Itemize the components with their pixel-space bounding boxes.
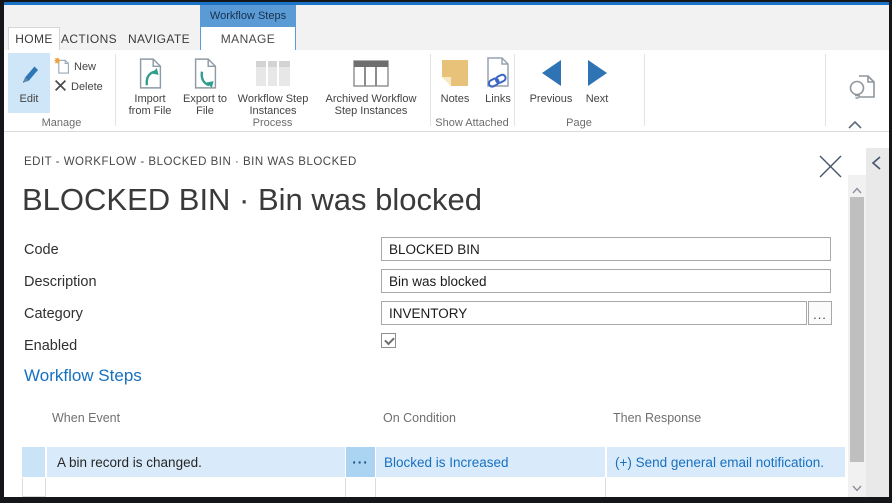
empty-row-column-border [345, 478, 346, 497]
export-to-file-button[interactable]: Export to File [180, 53, 230, 127]
then-response-cell[interactable]: (+) Send general email notification. [606, 447, 845, 477]
empty-row-column-border [375, 478, 376, 497]
table-grid-dark-icon [353, 53, 389, 93]
workflow-step-instances-button[interactable]: Workflow Step Instances [233, 53, 313, 127]
help-lightbulb-icon[interactable] [846, 70, 878, 109]
when-event-cell[interactable]: A bin record is changed. [47, 447, 345, 477]
checkmark-icon [384, 334, 395, 346]
empty-row-selector-cell[interactable] [22, 478, 46, 497]
group-separator [514, 54, 515, 126]
new-button[interactable]: New [54, 57, 96, 77]
workflow-step-instances-label: Workflow Step Instances [237, 93, 309, 117]
factbox-pane-collapsed [866, 148, 889, 497]
archived-workflow-step-instances-button[interactable]: Archived Workflow Step Instances [316, 53, 426, 127]
category-lookup-button[interactable]: ... [808, 301, 832, 325]
group-separator [644, 54, 645, 126]
column-header-when-event[interactable]: When Event [52, 411, 120, 425]
export-to-file-label: Export to File [182, 93, 228, 117]
window-border-top [0, 0, 892, 2]
description-field-label: Description [24, 274, 97, 290]
code-input[interactable] [381, 237, 831, 261]
expand-factbox-chevron-left-icon[interactable] [871, 156, 882, 175]
new-document-icon [54, 57, 70, 77]
links-button-label: Links [485, 93, 511, 105]
notes-button[interactable]: Notes [437, 53, 473, 127]
contextual-tab-group-label: Workflow Steps [200, 5, 296, 27]
enabled-field-label: Enabled [24, 338, 78, 354]
group-separator [825, 54, 826, 126]
edit-button-label: Edit [19, 93, 39, 105]
import-file-icon [137, 53, 164, 93]
previous-arrow-icon [541, 53, 561, 93]
enabled-checkbox[interactable] [381, 333, 396, 348]
next-button[interactable]: Next [577, 53, 617, 127]
links-button[interactable]: Links [479, 53, 517, 127]
new-button-label: New [74, 61, 97, 73]
group-separator [430, 54, 431, 126]
next-arrow-icon [587, 53, 607, 93]
group-label-show-attached: Show Attached [435, 117, 509, 129]
row-selector-cell[interactable] [22, 447, 46, 477]
group-label-manage: Manage [41, 117, 82, 129]
import-from-file-button[interactable]: Import from File [122, 53, 178, 127]
tab-actions[interactable]: ACTIONS [61, 27, 117, 50]
close-page-button[interactable] [816, 152, 845, 186]
column-header-on-condition[interactable]: On Condition [383, 411, 456, 425]
page-title: BLOCKED BIN · Bin was blocked [22, 182, 483, 217]
code-field-label: Code [24, 242, 59, 258]
notes-button-label: Notes [440, 93, 470, 105]
window-border-left [0, 0, 4, 503]
previous-button[interactable]: Previous [527, 53, 575, 127]
collapse-ribbon-chevron-up-icon[interactable] [848, 116, 862, 134]
tab-navigate[interactable]: NAVIGATE [128, 27, 190, 50]
delete-button[interactable]: Delete [54, 79, 103, 95]
group-separator [115, 54, 116, 126]
window-border-bottom [0, 497, 892, 503]
group-label-page: Page [566, 117, 592, 129]
workflow-edit-window: Workflow Steps HOME ACTIONS NAVIGATE MAN… [0, 0, 892, 503]
workflow-steps-heading: Workflow Steps [24, 366, 142, 385]
tab-home[interactable]: HOME [8, 27, 60, 50]
page-breadcrumb-caption: EDIT - WORKFLOW - BLOCKED BIN · BIN WAS … [24, 156, 357, 168]
on-condition-cell[interactable]: Blocked is Increased [376, 447, 605, 477]
assist-edit-button[interactable]: ··· [345, 447, 375, 477]
category-field-label: Category [24, 306, 83, 322]
sticky-note-icon [440, 53, 470, 93]
category-input[interactable] [381, 301, 807, 325]
tab-manage[interactable]: MANAGE [200, 27, 296, 50]
scrollbar-thumb[interactable] [850, 197, 864, 462]
next-button-label: Next [585, 93, 609, 105]
import-from-file-label: Import from File [128, 93, 172, 117]
empty-row-column-border [605, 478, 606, 497]
previous-button-label: Previous [529, 93, 573, 105]
delete-x-icon [54, 79, 67, 95]
pencil-icon [17, 53, 41, 93]
group-label-process: Process [252, 117, 293, 129]
links-chain-icon [484, 53, 512, 93]
description-input[interactable] [381, 269, 831, 293]
column-header-then-response[interactable]: Then Response [613, 411, 701, 425]
scroll-down-chevron-icon[interactable] [852, 479, 862, 497]
export-file-icon [192, 53, 219, 93]
archived-workflow-step-instances-label: Archived Workflow Step Instances [325, 93, 417, 117]
edit-button[interactable]: Edit [8, 53, 50, 113]
table-grid-light-icon [255, 53, 291, 93]
delete-button-label: Delete [71, 81, 103, 93]
